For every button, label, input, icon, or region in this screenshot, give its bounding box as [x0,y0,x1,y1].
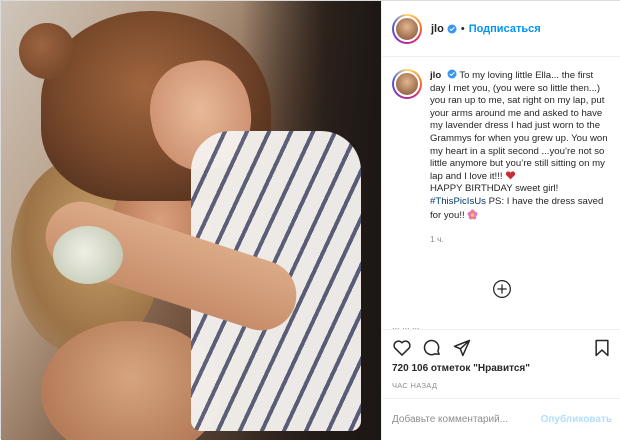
plus-circle-icon[interactable] [492,279,512,299]
instagram-post-frame: jlo • Подписаться jlo To my loving littl… [0,0,620,440]
follow-button[interactable]: Подписаться [469,23,541,35]
comment-bar: Добавьте комментарий... Опубликовать [382,398,620,440]
photo-scrunchie [53,226,123,284]
heart-emoji-icon [506,171,516,180]
caption-hashtag[interactable]: #ThisPicIsUs [430,196,486,207]
caption-text: jlo To my loving little Ella... the firs… [430,69,610,222]
caption-avatar[interactable] [392,69,422,99]
comment-icon[interactable] [422,338,442,358]
action-bar [382,329,620,363]
caption-row: jlo To my loving little Ella... the firs… [392,69,610,222]
avatar[interactable] [392,13,422,44]
post-username[interactable]: jlo [431,23,444,35]
flower-emoji-icon [467,209,478,219]
caption-birthday-line: HAPPY BIRTHDAY sweet girl! [430,183,559,195]
verified-badge-icon [447,24,457,33]
post-side-panel: jlo • Подписаться jlo To my loving littl… [381,1,620,440]
post-header: jlo • Подписаться [382,1,620,57]
verified-badge-icon [447,69,457,79]
photo-hair-bun [19,23,75,79]
post-time-ago: ЧАС НАЗАД [392,381,438,390]
post-photo[interactable] [1,1,381,440]
caption-username[interactable]: jlo [430,70,441,81]
comment-input[interactable]: Добавьте комментарий... [392,414,541,425]
caption-section: jlo To my loving little Ella... the firs… [382,57,620,323]
caption-timestamp: 1 ч. [430,234,444,245]
publish-comment-button[interactable]: Опубликовать [541,414,612,425]
header-separator: • [460,22,465,35]
heart-icon[interactable] [392,338,412,358]
next-comment-peek: ... ... ... [392,321,420,329]
likes-count[interactable]: 720 106 отметок "Нравится" [392,363,530,374]
bookmark-icon[interactable] [592,338,612,358]
caption-body: To my loving little Ella... the first da… [430,70,608,182]
share-icon[interactable] [452,338,472,358]
